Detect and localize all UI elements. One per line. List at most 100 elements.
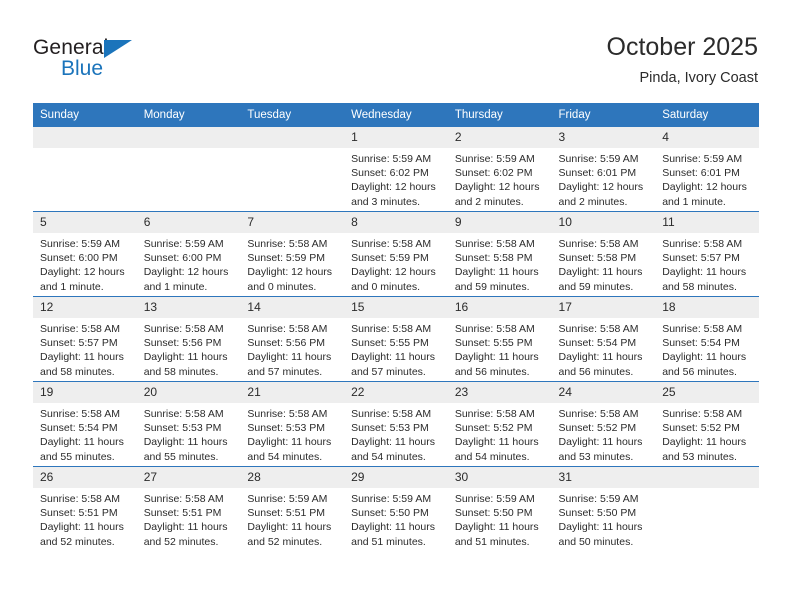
- logo-text-blue: Blue: [61, 57, 104, 80]
- daylight-text-line2: and 57 minutes.: [351, 365, 426, 378]
- daylight-text-line1: Daylight: 11 hours: [40, 436, 124, 449]
- calendar-day-cell[interactable]: 10 Sunrise: 5:58 AM Sunset: 5:58 PM Dayligh…: [551, 211, 656, 297]
- calendar-day-cell[interactable]: 11 Sunrise: 5:58 AM Sunset: 5:57 PM Dayligh…: [655, 211, 759, 297]
- day-details: Sunrise: 5:58 AM Sunset: 5:51 PM Daylight:…: [33, 488, 137, 549]
- calendar-day-cell[interactable]: 12 Sunrise: 5:58 AM Sunset: 5:57 PM Dayligh…: [33, 296, 137, 382]
- weekday-header-saturday: Saturday: [655, 103, 759, 127]
- calendar-day-cell[interactable]: 4 Sunrise: 5:59 AM Sunset: 6:01 PM Daylight…: [655, 127, 759, 212]
- general-blue-logo[interactable]: General Blue: [33, 36, 213, 86]
- day-number: 13: [136, 297, 241, 318]
- day-details: Sunrise: 5:59 AM Sunset: 6:02 PM Daylight:…: [344, 148, 448, 209]
- calendar-day-cell[interactable]: 30 Sunrise: 5:59 AM Sunset: 5:50 PM Dayligh…: [447, 466, 552, 551]
- day-number: 15: [344, 297, 448, 318]
- sunrise-text: Sunrise: 5:58 AM: [662, 323, 743, 335]
- calendar-day-cell[interactable]: 2 Sunrise: 5:59 AM Sunset: 6:02 PM Daylight…: [447, 127, 552, 212]
- calendar-day-cell[interactable]: 24 Sunrise: 5:58 AM Sunset: 5:52 PM Dayligh…: [551, 381, 656, 467]
- sunrise-text: Sunrise: 5:58 AM: [40, 493, 120, 505]
- sunrise-text: Sunrise: 5:58 AM: [247, 323, 328, 335]
- day-number: 14: [240, 297, 345, 318]
- calendar-day-cell[interactable]: 28 Sunrise: 5:59 AM Sunset: 5:51 PM Dayligh…: [240, 466, 345, 551]
- day-details: Sunrise: 5:59 AM Sunset: 5:50 PM Daylight:…: [448, 488, 552, 549]
- calendar-day-cell[interactable]: 20 Sunrise: 5:58 AM Sunset: 5:53 PM Dayligh…: [136, 381, 241, 467]
- calendar-day-cell[interactable]: 17 Sunrise: 5:58 AM Sunset: 5:54 PM Dayligh…: [551, 296, 656, 382]
- day-number: [240, 127, 345, 148]
- sunset-text: Sunset: 5:54 PM: [40, 422, 118, 435]
- calendar-day-cell[interactable]: 6 Sunrise: 5:59 AM Sunset: 6:00 PM Daylight…: [136, 211, 241, 297]
- sunrise-text: Sunrise: 5:58 AM: [40, 408, 120, 420]
- daylight-text-line2: and 2 minutes.: [558, 195, 628, 208]
- day-details: [240, 148, 344, 152]
- calendar-day-cell[interactable]: 9 Sunrise: 5:58 AM Sunset: 5:58 PM Daylight…: [447, 211, 552, 297]
- sunset-text: Sunset: 5:56 PM: [143, 337, 222, 350]
- daylight-text-line1: Daylight: 11 hours: [40, 521, 124, 534]
- daylight-text-line2: and 59 minutes.: [454, 280, 530, 293]
- day-number: 5: [33, 212, 137, 233]
- daylight-text-line2: and 56 minutes.: [558, 365, 634, 378]
- calendar-day-cell[interactable]: 27 Sunrise: 5:58 AM Sunset: 5:51 PM Dayligh…: [136, 466, 241, 551]
- calendar-day-cell[interactable]: 15 Sunrise: 5:58 AM Sunset: 5:55 PM Dayligh…: [344, 296, 448, 382]
- calendar-day-cell[interactable]: 18 Sunrise: 5:58 AM Sunset: 5:54 PM Dayligh…: [655, 296, 759, 382]
- sunset-text: Sunset: 5:57 PM: [40, 337, 118, 350]
- calendar-week-row: 19 Sunrise: 5:58 AM Sunset: 5:54 PM Dayligh…: [33, 381, 759, 467]
- calendar-day-cell[interactable]: 19 Sunrise: 5:58 AM Sunset: 5:54 PM Dayligh…: [33, 381, 137, 467]
- daylight-text-line2: and 1 minute.: [40, 280, 104, 293]
- calendar-day-cell[interactable]: 26 Sunrise: 5:58 AM Sunset: 5:51 PM Dayligh…: [33, 466, 137, 551]
- calendar-day-cell[interactable]: 29 Sunrise: 5:59 AM Sunset: 5:50 PM Dayligh…: [344, 466, 448, 551]
- sunrise-text: Sunrise: 5:58 AM: [40, 323, 120, 335]
- day-details: Sunrise: 5:58 AM Sunset: 5:52 PM Daylight:…: [448, 403, 552, 464]
- calendar-day-cell[interactable]: 7 Sunrise: 5:58 AM Sunset: 5:59 PM Daylight…: [240, 211, 345, 297]
- daylight-text-line2: and 58 minutes.: [143, 365, 219, 378]
- daylight-text-line1: Daylight: 12 hours: [351, 266, 436, 279]
- calendar-day-cell[interactable]: 21 Sunrise: 5:58 AM Sunset: 5:53 PM Dayligh…: [240, 381, 345, 467]
- day-number: 22: [344, 382, 448, 403]
- calendar-day-cell[interactable]: 13 Sunrise: 5:58 AM Sunset: 5:56 PM Dayligh…: [136, 296, 241, 382]
- sunset-text: Sunset: 5:52 PM: [558, 422, 637, 435]
- daylight-text-line2: and 54 minutes.: [454, 450, 530, 463]
- calendar-day-cell[interactable]: 25 Sunrise: 5:58 AM Sunset: 5:52 PM Dayligh…: [655, 381, 759, 467]
- calendar-day-cell[interactable]: 16 Sunrise: 5:58 AM Sunset: 5:55 PM Dayligh…: [447, 296, 552, 382]
- calendar-week-row: 26 Sunrise: 5:58 AM Sunset: 5:51 PM Dayligh…: [33, 466, 759, 551]
- calendar-day-cell[interactable]: 22 Sunrise: 5:58 AM Sunset: 5:53 PM Dayligh…: [344, 381, 448, 467]
- day-number: 9: [447, 212, 552, 233]
- calendar-day-cell[interactable]: 8 Sunrise: 5:58 AM Sunset: 5:59 PM Daylight…: [344, 211, 448, 297]
- day-number: 1: [344, 127, 448, 148]
- day-number: 4: [655, 127, 759, 148]
- calendar-day-cell[interactable]: 14 Sunrise: 5:58 AM Sunset: 5:56 PM Dayligh…: [240, 296, 345, 382]
- weekday-header-monday: Monday: [136, 103, 241, 127]
- sunset-text: Sunset: 5:55 PM: [351, 337, 429, 350]
- sunrise-text: Sunrise: 5:59 AM: [351, 493, 432, 505]
- day-details: Sunrise: 5:58 AM Sunset: 5:57 PM Daylight:…: [33, 318, 137, 379]
- sunrise-text: Sunrise: 5:59 AM: [40, 238, 120, 250]
- day-details: Sunrise: 5:58 AM Sunset: 5:51 PM Daylight:…: [137, 488, 241, 549]
- calendar-day-cell[interactable]: 1 Sunrise: 5:59 AM Sunset: 6:02 PM Daylight…: [344, 127, 448, 212]
- day-number: 31: [551, 467, 656, 488]
- calendar-day-cell[interactable]: 3 Sunrise: 5:59 AM Sunset: 6:01 PM Daylight…: [551, 127, 656, 212]
- daylight-text-line1: Daylight: 12 hours: [40, 266, 125, 279]
- day-details: Sunrise: 5:58 AM Sunset: 5:56 PM Daylight:…: [240, 318, 344, 379]
- day-details: Sunrise: 5:58 AM Sunset: 5:59 PM Daylight:…: [240, 233, 344, 294]
- sunrise-text: Sunrise: 5:58 AM: [351, 408, 432, 420]
- day-number: 20: [136, 382, 241, 403]
- daylight-text-line1: Daylight: 11 hours: [351, 436, 435, 449]
- calendar-day-cell[interactable]: 23 Sunrise: 5:58 AM Sunset: 5:52 PM Dayligh…: [447, 381, 552, 467]
- weekday-header-wednesday: Wednesday: [344, 103, 448, 127]
- daylight-text-line1: Daylight: 11 hours: [662, 266, 747, 279]
- daylight-text-line2: and 1 minute.: [662, 195, 726, 208]
- day-number: [655, 467, 759, 488]
- daylight-text-line2: and 52 minutes.: [40, 535, 115, 548]
- day-details: [655, 488, 759, 492]
- sunrise-text: Sunrise: 5:58 AM: [454, 408, 535, 420]
- calendar-day-cell[interactable]: 5 Sunrise: 5:59 AM Sunset: 6:00 PM Daylight…: [33, 211, 137, 297]
- sunrise-text: Sunrise: 5:58 AM: [247, 408, 328, 420]
- calendar-day-cell[interactable]: 31 Sunrise: 5:59 AM Sunset: 5:50 PM Dayligh…: [551, 466, 656, 551]
- day-details: Sunrise: 5:59 AM Sunset: 6:01 PM Daylight:…: [655, 148, 759, 209]
- daylight-text-line2: and 58 minutes.: [40, 365, 115, 378]
- day-details: Sunrise: 5:58 AM Sunset: 5:58 PM Daylight:…: [552, 233, 656, 294]
- day-details: Sunrise: 5:58 AM Sunset: 5:54 PM Daylight:…: [33, 403, 137, 464]
- sunset-text: Sunset: 5:53 PM: [351, 422, 429, 435]
- sunrise-sunset-calendar: Sunday Monday Tuesday Wednesday Thursday…: [33, 103, 759, 551]
- day-number: 25: [655, 382, 759, 403]
- calendar-page: General Blue October 2025 Pinda, Ivory C…: [0, 0, 792, 612]
- daylight-text-line1: Daylight: 11 hours: [40, 351, 124, 364]
- day-number: 2: [447, 127, 552, 148]
